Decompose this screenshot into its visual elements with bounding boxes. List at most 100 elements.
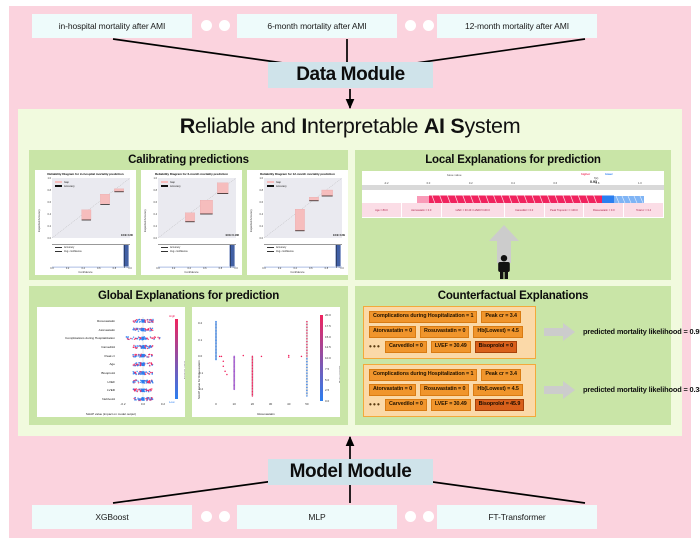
counterfactual-chip[interactable]: Rosuvastatin = 0	[420, 326, 470, 338]
axis-tick: 0.8	[47, 188, 51, 192]
beeswarm-xtick: 0.0	[140, 402, 146, 406]
counterfactual-chip[interactable]: Carvedilol = 0	[385, 341, 427, 353]
legend-label: Accuracy	[64, 184, 75, 188]
counterfactual-chip[interactable]: Atorvastatin = 0	[369, 384, 416, 396]
legend-swatch	[55, 247, 62, 249]
axis-tick: 0.8	[153, 188, 157, 192]
dependence-colorbar-tick: 5.0	[325, 377, 330, 382]
reliability-diagram[interactable]: Reliability Diagram for in-hospital mort…	[35, 170, 136, 275]
reliability-xlabel: Confidence	[78, 270, 93, 274]
model-module-box[interactable]: Model Module	[268, 459, 433, 485]
data-source-6-month[interactable]: 6-month mortality after AMI	[237, 14, 397, 38]
system-title-part: nterpretable	[307, 114, 424, 138]
counterfactual-row: ••• Carvedilol = 0 LVEF = 30.49 Bisoprolol …	[369, 399, 530, 411]
beeswarm-feature-label: LVEF	[107, 379, 115, 384]
models-row: XGBoost MLP FT-Transformer	[9, 505, 691, 529]
axis-tick: 0.4	[259, 212, 263, 216]
reliability-yticks: 0.0 0.2 0.4 0.6 0.8 1.0	[147, 176, 157, 240]
counterfactual-chip[interactable]: Rosuvastatin = 0	[420, 384, 470, 396]
histogram-legend: Accuracy Avg. confidence	[267, 246, 294, 253]
counterfactual-case: Complications during Hospitalization = 1…	[363, 306, 536, 359]
reliability-diagram[interactable]: Reliability Diagram for 12-month mortali…	[247, 170, 348, 275]
dependence-colorbar-tick: 0.0	[325, 399, 330, 403]
ece-value: ECE=0.186	[225, 234, 239, 237]
beeswarm-feature-label: Age	[109, 362, 115, 367]
axis-tick: 1.0	[259, 176, 263, 180]
dependence-xtick: 30	[268, 402, 273, 406]
beeswarm-feature-label: Complications during Hospitalization	[65, 336, 115, 341]
beeswarm-feature-label: Nebivolol	[102, 397, 115, 401]
counterfactual-changed-chip[interactable]: Bisoprolol = 0	[474, 341, 518, 353]
counterfactual-chip[interactable]: Peak cr = 3.4	[481, 311, 521, 323]
counterfactual-chip[interactable]: Atorvastatin = 0	[369, 326, 416, 338]
data-sources-row: in-hospital mortality after AMI 6-month …	[9, 14, 691, 38]
counterfactual-chip[interactable]: Carvedilol = 0	[385, 399, 427, 411]
force-axis-tick: -0.2	[383, 181, 389, 185]
force-axis-tick: 0.8	[595, 181, 600, 185]
force-feature-labels: Age = 80.0 Atorvastatin = 0.0 LVEF = 30.49…	[362, 203, 664, 217]
counterfactual-case: Complications during Hospitalization = 1…	[363, 364, 536, 417]
data-source-label: 6-month mortality after AMI	[267, 21, 367, 31]
dependence-colorbar-tick: 17.5	[325, 323, 331, 328]
beeswarm-feature-label: Rosuvastatin	[97, 319, 115, 323]
legend-entry: Accuracy	[161, 184, 181, 188]
force-feature-label: Total cr = 3.4	[624, 203, 664, 217]
legend-label: Accuracy	[276, 246, 287, 250]
counterfactual-chip[interactable]: Hb(Lowest) = 4.5	[473, 326, 523, 338]
legend-label: Avg. confidence	[64, 249, 82, 253]
reliability-yticks: 0.0 0.2 0.4 0.6 0.8 1.0	[41, 177, 51, 240]
shap-force-plot[interactable]: base value higher lower f(x) 0.93 -0.2 0.…	[362, 171, 664, 218]
dependence-ytick: 0.2	[198, 321, 203, 326]
legend-label: Avg. confidence	[276, 249, 294, 253]
model-label: XGBoost	[95, 512, 129, 522]
legend-swatch	[55, 180, 62, 184]
axis-tick: 1.0	[153, 176, 157, 180]
dot	[423, 20, 434, 31]
figure-root: in-hospital mortality after AMI 6-month …	[0, 0, 700, 544]
legend-swatch	[267, 247, 274, 249]
counterfactual-chip[interactable]: Hb(Lowest) = 4.5	[473, 384, 523, 396]
system-title-part: ystem	[464, 114, 521, 138]
force-feature-label: Carvedilol = 0.0	[504, 203, 545, 217]
person-icon	[498, 255, 510, 279]
force-axis-tick: 0.4	[511, 181, 515, 185]
axis-tick: 0.0	[153, 236, 157, 240]
beeswarm-feature-label: LVED	[107, 388, 115, 393]
force-feature-label: Peak Troponin I = 100.0	[544, 203, 585, 217]
axis-tick: 0.0	[47, 236, 51, 240]
data-source-12-month[interactable]: 12-month mortality after AMI	[437, 14, 597, 38]
model-xgboost[interactable]: XGBoost	[32, 505, 192, 529]
reliability-diagram-row: Reliability Diagram for in-hospital mort…	[35, 170, 348, 275]
reliability-legend: Gap Accuracy	[55, 180, 75, 188]
axis-tick: 0.2	[259, 224, 263, 228]
beeswarm-xtick: -0.2	[120, 402, 126, 406]
dependence-colorbar-tick: 7.5	[325, 366, 330, 371]
axis-tick: 0.4	[47, 212, 51, 216]
counterfactual-chip[interactable]: Complications during Hospitalization = 1	[369, 369, 478, 381]
counterfactual-chip[interactable]: Peak cr = 3.4	[481, 369, 521, 381]
reliability-diagram[interactable]: Reliability Diagram for 6-month mortalit…	[141, 170, 242, 275]
legend-label: Gap	[170, 180, 175, 184]
reliability-legend: Gap Accuracy	[267, 180, 287, 188]
system-title-part: S	[450, 114, 465, 138]
shap-beeswarm-plot[interactable]: Rosuvastatin Atorvastatin Complications du…	[37, 307, 185, 417]
shap-dependence-plot[interactable]: 0 10 20 30 40 50 -0.2 -0.1 0.0 0.1 0.2 0.0 2.5 5.0 7.5…	[192, 307, 340, 417]
beeswarm-xtick: 0.2	[160, 402, 166, 406]
data-module-box[interactable]: Data Module	[268, 62, 433, 88]
data-source-in-hospital[interactable]: in-hospital mortality after AMI	[32, 14, 192, 38]
dot	[201, 20, 212, 31]
model-label: FT-Transformer	[488, 512, 546, 522]
counterfactual-changed-chip[interactable]: Bisoprolol = 45.9	[474, 399, 525, 411]
counterfactual-chip[interactable]: LVEF = 30.49	[430, 399, 471, 411]
reliability-diagram-title: Reliability Diagram for 6-month mortalit…	[154, 171, 229, 176]
model-ft-transformer[interactable]: FT-Transformer	[437, 505, 597, 529]
model-mlp[interactable]: MLP	[237, 505, 397, 529]
counterfactual-chip[interactable]: LVEF = 30.49	[430, 341, 471, 353]
data-module-label: Data Module	[296, 64, 405, 85]
system-title: Reliable and Interpretable AI System	[18, 114, 682, 139]
counterfactual-chip[interactable]: Complications during Hospitalization = 1	[369, 311, 478, 323]
dependence-xtick: 10	[232, 402, 236, 406]
dependence-ylabel: SHAP value for Rosuvastatin	[197, 360, 201, 399]
dot	[219, 20, 230, 31]
force-higher-label: higher	[581, 172, 591, 176]
